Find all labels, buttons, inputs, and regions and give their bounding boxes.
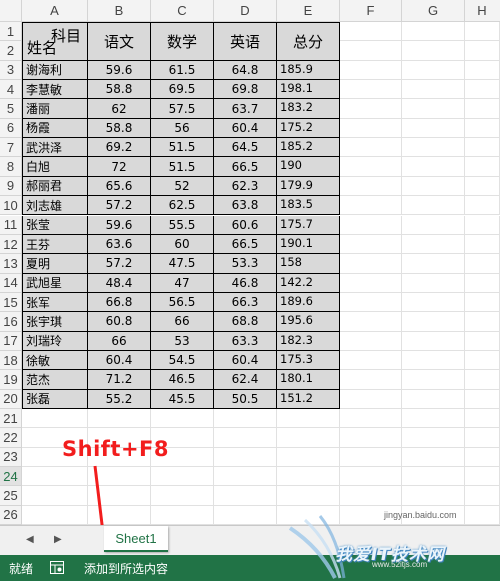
- status-selection-mode: 添加到所选内容: [84, 562, 169, 576]
- macro-record-icon[interactable]: [50, 561, 64, 574]
- watermark-site: www.52itjs.com: [372, 560, 428, 569]
- next-sheet-icon[interactable]: ▶: [54, 534, 62, 545]
- red-arrow-annotation: [93, 465, 111, 556]
- prev-sheet-icon[interactable]: ◀: [26, 534, 34, 545]
- excel-window: A B C D E F G H 1 2 3 4 5 6 7 8 9 10 11 12 13 14 15 16 17 18 19 20 2…: [0, 0, 500, 581]
- status-ready: 就绪: [9, 562, 34, 576]
- shortcut-annotation: Shift+F8: [62, 437, 170, 461]
- sheet-tab-sheet1[interactable]: Sheet1: [104, 526, 168, 552]
